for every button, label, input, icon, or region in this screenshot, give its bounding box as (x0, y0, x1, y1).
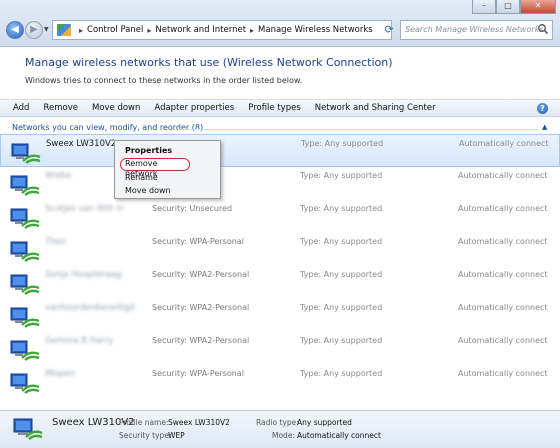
network-type: Type: Any supported (300, 204, 383, 213)
network-type: Type: Any supported (300, 303, 383, 312)
network-connect-mode: Automatically connect (458, 237, 548, 246)
wireless-network-icon (10, 240, 40, 262)
network-connect-mode: Automatically connect (458, 171, 548, 180)
help-icon[interactable]: ? (537, 103, 548, 114)
network-type: Type: Any supported (301, 139, 384, 148)
maximize-button[interactable]: □ (496, 0, 520, 14)
minimize-button[interactable]: – (472, 0, 496, 14)
breadcrumb-separator-icon[interactable]: ▸ (79, 26, 83, 35)
network-row[interactable]: vanhoordenbeveiligd Security: WPA2-Person… (0, 299, 560, 332)
page-subtitle: Windows tries to connect to these networ… (25, 76, 303, 85)
network-security: Security: WPA2-Personal (152, 303, 250, 312)
group-divider (178, 129, 538, 130)
network-connect-mode: Automatically connect (458, 336, 548, 345)
network-name: Sonja Hoopteraag (45, 270, 122, 280)
wireless-network-icon (10, 306, 40, 328)
breadcrumb-separator-icon[interactable]: ▸ (147, 26, 151, 35)
wireless-network-icon (10, 207, 40, 229)
search-icon (538, 24, 549, 35)
network-security: Security: WPA2-Personal (152, 270, 250, 279)
wireless-network-icon (10, 273, 40, 295)
network-name: Mispen (45, 369, 76, 379)
page-title: Manage wireless networks that use (Wirel… (25, 56, 393, 69)
breadcrumb-manage-wireless[interactable]: Manage Wireless Networks (258, 25, 373, 35)
profile-name-value: Sweex LW310V2 (168, 418, 230, 427)
network-type: Type: Any supported (300, 270, 383, 279)
radio-type-value: Any supported (297, 418, 352, 427)
adapter-properties-button[interactable]: Adapter properties (147, 103, 241, 113)
network-row[interactable]: Sonja Hoopteraag Security: WPA2-Personal T… (0, 266, 560, 299)
mode-value: Automatically connect (297, 431, 381, 440)
breadcrumb-network-internet[interactable]: Network and Internet (155, 25, 246, 35)
network-connect-mode: Automatically connect (458, 270, 548, 279)
network-sharing-center-button[interactable]: Network and Sharing Center (308, 103, 443, 113)
wireless-network-icon (11, 142, 41, 164)
profile-types-button[interactable]: Profile types (241, 103, 308, 113)
breadcrumb-separator-icon[interactable]: ▸ (250, 26, 254, 35)
network-name: Scotjes van 000 nl (45, 204, 124, 214)
network-connect-mode: Automatically connect (458, 204, 548, 213)
network-type: Type: Any supported (300, 336, 383, 345)
security-type-label: Security type: (119, 431, 172, 440)
network-row[interactable]: Gemma B Harry Security: WPA2-Personal Type… (0, 332, 560, 365)
wireless-network-icon (13, 418, 43, 440)
network-security: Security: WPA-Personal (152, 369, 244, 378)
collapse-chevron-icon[interactable]: ▲ (542, 123, 547, 131)
window-controls: – □ ✕ (472, 0, 556, 14)
network-name: Gemma B Harry (45, 336, 114, 346)
search-input[interactable]: Search Manage Wireless Networks (400, 20, 553, 40)
address-bar-area: – □ ✕ ◀ ▶ ▼ ▸ Control Panel ▸ Network an… (0, 0, 560, 47)
manage-wireless-networks-window: – □ ✕ ◀ ▶ ▼ ▸ Control Panel ▸ Network an… (0, 0, 560, 448)
network-row[interactable]: Scotjes van 000 nl Security: Unsecured Typ… (0, 200, 560, 233)
network-name: vanhoordenbeveiligd (45, 303, 135, 313)
forward-arrow-icon: ▶ (30, 24, 38, 35)
control-panel-icon (57, 24, 71, 36)
context-menu: Properties Remove network Rename Move do… (114, 140, 221, 199)
command-toolbar: Add Remove Move down Adapter properties … (0, 99, 560, 117)
network-connect-mode: Automatically connect (458, 303, 548, 312)
security-type-value: WEP (168, 431, 185, 440)
breadcrumb-control-panel[interactable]: Control Panel (87, 25, 143, 35)
network-type: Type: Any supported (300, 237, 383, 246)
context-rename[interactable]: Rename (115, 171, 220, 185)
forward-button[interactable]: ▶ (25, 21, 43, 39)
refresh-icon[interactable]: ⟳ (381, 20, 397, 40)
remove-button[interactable]: Remove (36, 103, 85, 113)
wireless-network-icon (10, 339, 40, 361)
context-properties[interactable]: Properties (115, 144, 220, 158)
profile-name-label: Profile name: (119, 418, 169, 427)
search-placeholder: Search Manage Wireless Networks (405, 25, 544, 34)
network-security: Security: WPA2-Personal (152, 336, 250, 345)
context-remove-network[interactable]: Remove network (120, 157, 190, 178)
network-type: Type: Any supported (300, 369, 383, 378)
network-connect-mode: Automatically connect (458, 369, 548, 378)
mode-label: Mode: (272, 431, 295, 440)
network-connect-mode: Automatically connect (459, 139, 549, 148)
network-name: Sweex LW310V2 (46, 139, 117, 149)
wireless-network-icon (10, 174, 40, 196)
network-row[interactable]: Sweex LW310V2 Type: Any supported Automati… (0, 134, 560, 167)
back-button[interactable]: ◀ (6, 21, 24, 39)
add-button[interactable]: Add (6, 103, 36, 113)
network-security: Security: Unsecured (152, 204, 233, 213)
close-button[interactable]: ✕ (520, 0, 556, 14)
network-name: Wiebe (45, 171, 72, 181)
network-security: Security: WPA-Personal (152, 237, 244, 246)
move-down-button[interactable]: Move down (85, 103, 147, 113)
details-pane: Sweex LW310V2 Profile name: Sweex LW310V… (0, 410, 560, 448)
network-name: Theo (45, 237, 67, 247)
radio-type-label: Radio type: (256, 418, 299, 427)
network-list: Sweex LW310V2 Type: Any supported Automati… (0, 134, 560, 398)
back-arrow-icon: ◀ (11, 24, 19, 35)
network-group-header[interactable]: Networks you can view, modify, and reord… (12, 123, 203, 132)
network-row[interactable]: Wiebe Type: Any supported Automatically co… (0, 167, 560, 200)
network-type: Type: Any supported (300, 171, 383, 180)
breadcrumb[interactable]: ▸ Control Panel ▸ Network and Internet ▸… (52, 20, 392, 40)
context-move-down[interactable]: Move down (115, 184, 220, 198)
network-row[interactable]: Theo Security: WPA-Personal Type: Any supp… (0, 233, 560, 266)
wireless-network-icon (10, 372, 40, 394)
network-row[interactable]: Mispen Security: WPA-Personal Type: Any su… (0, 365, 560, 398)
history-dropdown-icon[interactable]: ▼ (44, 26, 49, 33)
